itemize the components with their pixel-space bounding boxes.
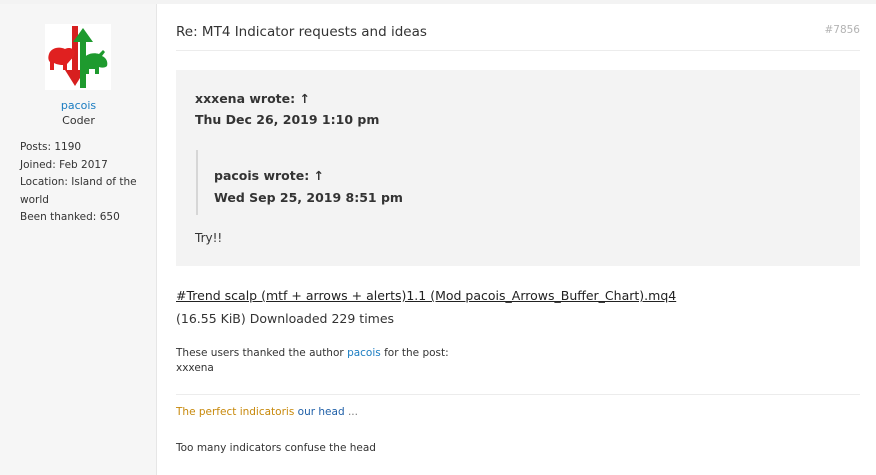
- stat-posts: Posts: 1190: [20, 139, 145, 157]
- signature-divider: [176, 394, 860, 395]
- stat-thanked-value: 650: [99, 211, 120, 223]
- quote-block: xxxena wrote: ↑ Thu Dec 26, 2019 1:10 pm…: [176, 70, 860, 266]
- signature-text-blue: our head: [297, 406, 345, 418]
- thanks-line: These users thanked the author pacois fo…: [176, 347, 449, 359]
- bull-bear-arrows-icon: [45, 24, 111, 90]
- thanks-author-link[interactable]: pacois: [347, 347, 381, 359]
- thanks-suffix: for the post:: [384, 347, 449, 359]
- post-title[interactable]: Re: MT4 Indicator requests and ideas: [176, 24, 427, 40]
- nested-quote-block: pacois wrote: ↑ Wed Sep 25, 2019 8:51 pm: [196, 150, 836, 215]
- profile-stats: Posts: 1190 Joined: Feb 2017 Location: I…: [20, 139, 145, 227]
- stat-posts-label: Posts:: [20, 141, 51, 153]
- signature-ellipsis: ...: [347, 406, 358, 418]
- stat-joined-value: Feb 2017: [59, 158, 108, 171]
- attachment-info: (16.55 KiB) Downloaded 229 times: [176, 311, 395, 326]
- quote-author[interactable]: xxxena wrote: ↑: [195, 91, 310, 106]
- stat-joined-label: Joined:: [20, 158, 56, 171]
- attachment-download-link[interactable]: #Trend scalp (mtf + arrows + alerts)1.1 …: [176, 288, 676, 303]
- post-body: Re: MT4 Indicator requests and ideas #78…: [158, 4, 876, 475]
- nested-quote-date: Wed Sep 25, 2019 8:51 pm: [214, 190, 403, 205]
- profile-username[interactable]: pacois: [0, 99, 157, 112]
- thanks-prefix: These users thanked the author: [176, 347, 344, 359]
- stat-location: Location: Island of the world: [20, 174, 145, 209]
- stat-thanked: Been thanked: 650: [20, 209, 145, 227]
- stat-thanked-label: Been thanked:: [20, 211, 97, 223]
- post-profile: pacois Coder Posts: 1190 Joined: Feb 201…: [0, 4, 157, 475]
- post-number[interactable]: #7856: [824, 24, 860, 36]
- stat-joined: Joined: Feb 2017: [20, 157, 145, 175]
- stat-posts-value[interactable]: 1190: [54, 141, 81, 153]
- quote-text: Try!!: [195, 231, 223, 245]
- profile-rank: Coder: [62, 114, 95, 127]
- title-divider: [176, 50, 860, 51]
- thanks-users-list[interactable]: xxxena: [176, 362, 214, 374]
- quote-date: Thu Dec 26, 2019 1:10 pm: [195, 112, 380, 127]
- avatar[interactable]: [45, 24, 111, 90]
- nested-quote-author[interactable]: pacois wrote: ↑: [214, 168, 324, 183]
- signature-text-orange: The perfect indicatoris: [176, 406, 295, 418]
- signature-line-2: Too many indicators confuse the head: [176, 442, 376, 454]
- signature-line-1: The perfect indicatoris our head ...: [176, 406, 358, 418]
- stat-location-label: Location:: [20, 176, 68, 188]
